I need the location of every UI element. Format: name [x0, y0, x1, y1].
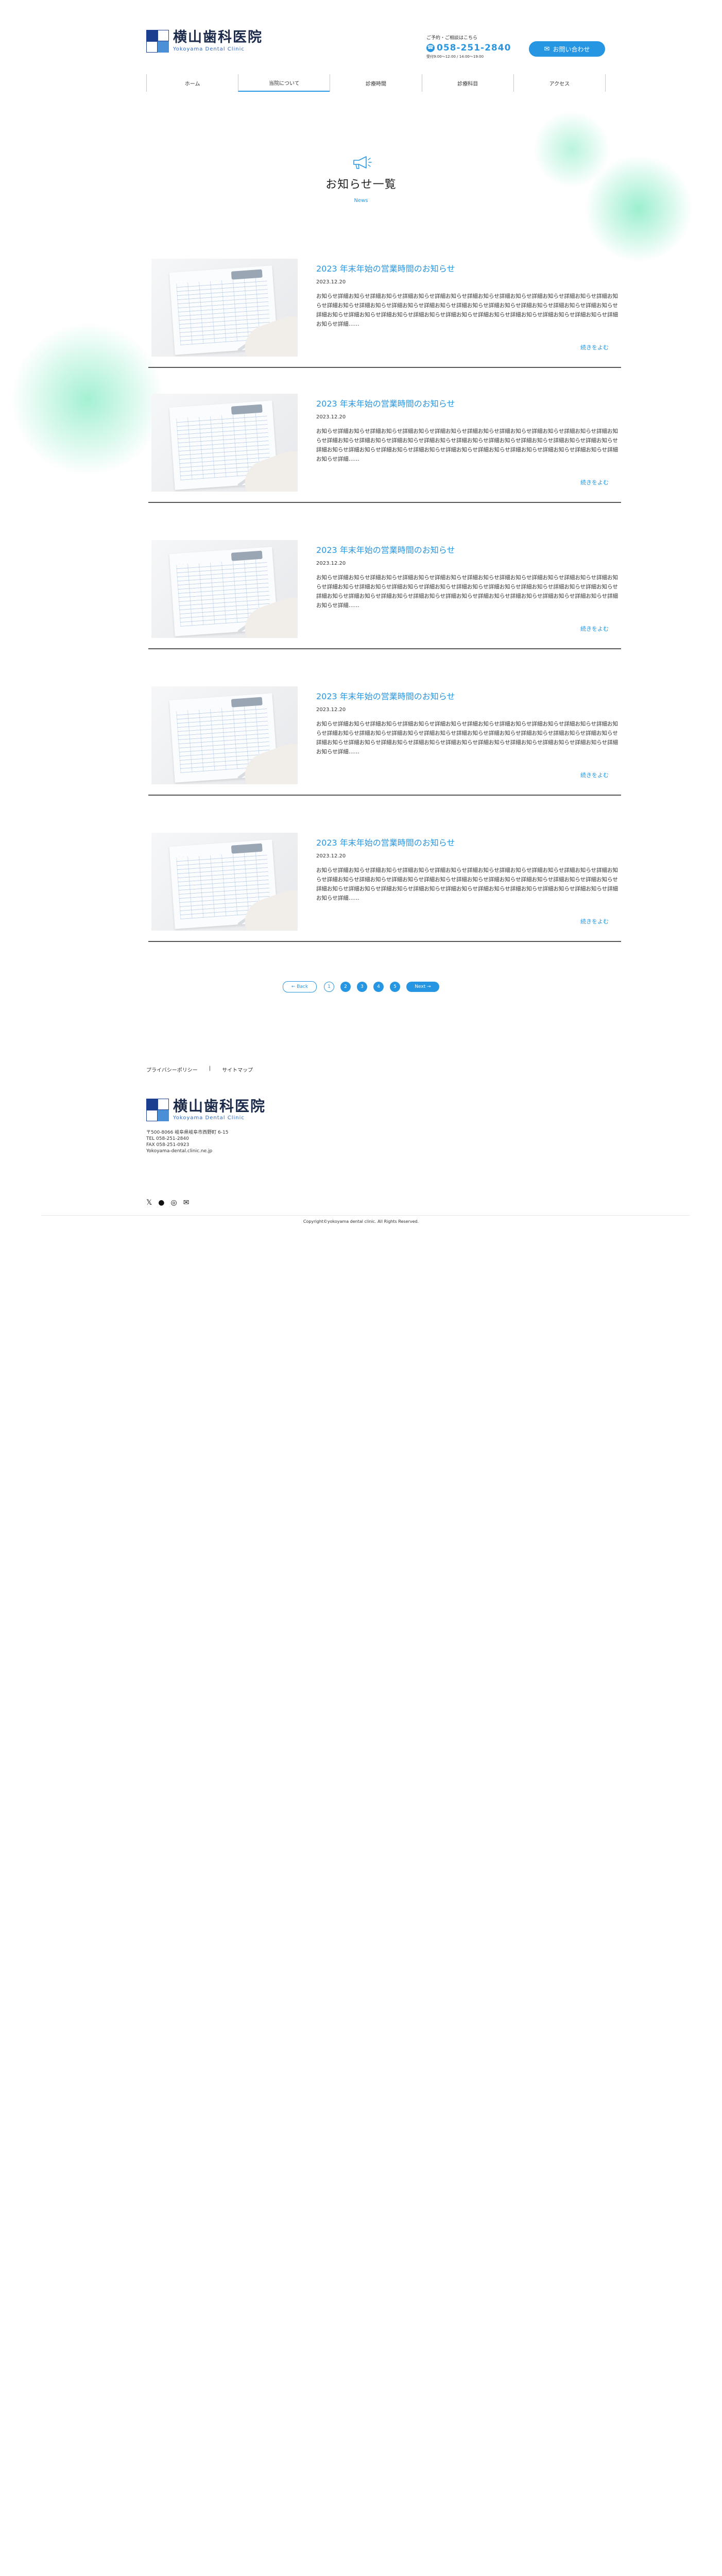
global-nav: ホーム 当院について 診療時間 診療科目 アクセス — [146, 74, 606, 92]
page-title: お知らせ一覧 — [325, 178, 397, 191]
news-excerpt: お知らせ詳細お知らせ詳細お知らせ詳細お知らせ詳細お知らせ詳細お知らせ詳細お知らせ… — [316, 721, 618, 755]
footer-link-separator: | — [209, 1066, 211, 1071]
site-logo[interactable]: 横山歯科医院 Yokoyama Dental Clinic — [146, 30, 263, 53]
contact-button[interactable]: ✉ お問い合わせ — [529, 41, 605, 57]
sitemap-link[interactable]: サイトマップ — [222, 1066, 253, 1073]
address-fax: FAX 058-251-0923 — [146, 1142, 190, 1148]
news-date: 2023.12.20 — [316, 414, 346, 420]
news-excerpt: お知らせ詳細お知らせ詳細お知らせ詳細お知らせ詳細お知らせ詳細お知らせ詳細お知らせ… — [316, 575, 618, 609]
news-thumbnail[interactable] — [151, 833, 298, 931]
nav-item-departments[interactable]: 診療科目 — [421, 74, 513, 92]
page-subtitle: News — [354, 198, 368, 204]
divider — [148, 367, 621, 368]
footer-divider — [41, 1215, 690, 1216]
facebook-icon[interactable]: ● — [158, 1199, 164, 1207]
read-more-link[interactable]: 続きをよむ — [580, 478, 609, 486]
tel-note: ご予約・ご相談はこちら — [426, 36, 478, 41]
pagination-page[interactable]: 3 — [357, 982, 367, 992]
news-date: 2023.12.20 — [316, 279, 346, 285]
read-more-link[interactable]: 続きをよむ — [580, 625, 609, 633]
divider — [148, 502, 621, 503]
footer-logo[interactable]: 横山歯科医院 Yokoyama Dental Clinic — [146, 1099, 266, 1121]
news-thumbnail[interactable] — [151, 259, 298, 357]
mail-icon: ✉ — [544, 45, 550, 53]
news-excerpt: お知らせ詳細お知らせ詳細お知らせ詳細お知らせ詳細お知らせ詳細お知らせ詳細お知らせ… — [316, 428, 618, 462]
read-more-link[interactable]: 続きをよむ — [580, 771, 609, 779]
pagination-page[interactable]: 2 — [340, 982, 351, 992]
footer-logo-name: 横山歯科医院 — [173, 1098, 266, 1115]
news-title[interactable]: 2023 年末年始の営業時間のお知らせ — [316, 397, 455, 409]
footer-links: プライバシーポリシー | サイトマップ — [146, 1066, 253, 1073]
contact-button-label: お問い合わせ — [553, 45, 590, 53]
news-thumbnail[interactable] — [151, 686, 298, 784]
phone-icon: ☎ — [426, 44, 435, 52]
news-date: 2023.12.20 — [316, 853, 346, 859]
logo-mark-icon — [146, 1099, 169, 1121]
footer-address: 〒500-8066 岐阜県岐阜市西野町 6-15 TEL 058-251-284… — [146, 1130, 228, 1154]
divider — [148, 648, 621, 649]
address-tel: TEL 058-251-2840 — [146, 1136, 189, 1141]
read-more-link[interactable]: 続きをよむ — [580, 917, 609, 925]
megaphone-icon — [353, 156, 372, 169]
nav-item-hours[interactable]: 診療時間 — [330, 74, 421, 92]
logo-name: 横山歯科医院 — [173, 29, 263, 45]
logo-mark-icon — [146, 30, 169, 53]
pagination-next-button[interactable]: Next → — [406, 982, 439, 992]
footer-logo-subtitle: Yokoyama Dental Clinic — [173, 1115, 245, 1121]
copyright: Copyright©yokoyama dental clinic. All Ri… — [303, 1219, 419, 1224]
address-line: 〒500-8066 岐阜県岐阜市西野町 6-15 — [146, 1130, 229, 1135]
pagination: ← Back 1 2 3 4 5 Next → — [0, 981, 722, 992]
logo-subtitle: Yokoyama Dental Clinic — [173, 46, 245, 52]
nav-item-about[interactable]: 当院について — [238, 74, 330, 92]
news-title[interactable]: 2023 年末年始の営業時間のお知らせ — [316, 262, 455, 274]
pagination-page[interactable]: 1 — [324, 982, 334, 992]
page-heading: お知らせ一覧 News — [0, 155, 722, 204]
pagination-page[interactable]: 4 — [373, 982, 384, 992]
news-excerpt: お知らせ詳細お知らせ詳細お知らせ詳細お知らせ詳細お知らせ詳細お知らせ詳細お知らせ… — [316, 293, 618, 327]
tel-hours: 受付9:00〜12:00 / 14:00〜19:00 — [426, 55, 484, 59]
social-links: 𝕏 ● ◎ ✉ — [146, 1199, 195, 1207]
news-title[interactable]: 2023 年末年始の営業時間のお知らせ — [316, 836, 455, 848]
mail-icon[interactable]: ✉ — [183, 1199, 190, 1207]
divider — [148, 941, 621, 942]
address-web[interactable]: Yokoyama-dental.clinic.ne.jp — [146, 1148, 228, 1154]
news-title[interactable]: 2023 年末年始の営業時間のお知らせ — [316, 689, 455, 702]
read-more-link[interactable]: 続きをよむ — [580, 343, 609, 351]
privacy-policy-link[interactable]: プライバシーポリシー — [146, 1066, 198, 1073]
news-date: 2023.12.20 — [316, 561, 346, 566]
x-icon[interactable]: 𝕏 — [146, 1199, 152, 1207]
news-date: 2023.12.20 — [316, 707, 346, 713]
pagination-page[interactable]: 5 — [390, 982, 400, 992]
news-excerpt: お知らせ詳細お知らせ詳細お知らせ詳細お知らせ詳細お知らせ詳細お知らせ詳細お知らせ… — [316, 867, 618, 901]
news-title[interactable]: 2023 年末年始の営業時間のお知らせ — [316, 543, 455, 555]
news-thumbnail[interactable] — [151, 540, 298, 638]
nav-item-access[interactable]: アクセス — [513, 74, 606, 92]
tel-number[interactable]: 058-251-2840 — [437, 43, 511, 53]
nav-item-home[interactable]: ホーム — [146, 74, 238, 92]
divider — [148, 795, 621, 796]
news-thumbnail[interactable] — [151, 394, 298, 492]
pagination-back-button[interactable]: ← Back — [283, 981, 317, 992]
instagram-icon[interactable]: ◎ — [171, 1199, 177, 1207]
decor-glow — [10, 322, 165, 477]
tel-block: ご予約・ご相談はこちら ☎ 058-251-2840 受付9:00〜12:00 … — [426, 34, 511, 59]
